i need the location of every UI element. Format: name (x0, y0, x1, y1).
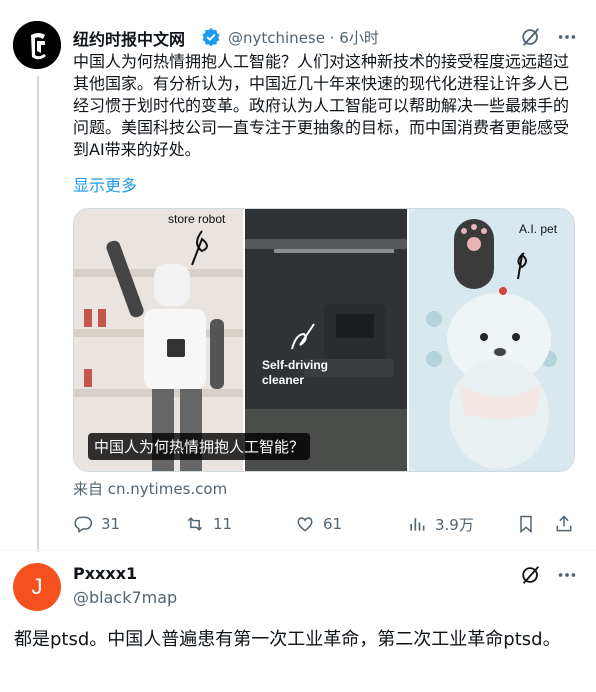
like-button[interactable]: 61 (295, 512, 342, 536)
author-handle[interactable]: @nytchinese · 6小时 (228, 27, 379, 48)
grok-icon[interactable] (520, 26, 542, 48)
author-name[interactable]: 纽约时报中文网 (73, 26, 185, 50)
verified-icon (201, 27, 221, 47)
source-link[interactable]: 来自 cn.nytimes.com (73, 478, 227, 499)
divider (0, 550, 596, 551)
more-icon[interactable] (556, 26, 578, 48)
image-caption: 中国人为何热情拥抱人工智能？ (88, 433, 311, 460)
label-store-robot: store robot (168, 212, 226, 226)
reply-icon (74, 516, 93, 533)
views-icon (410, 518, 425, 531)
views-count: 3.9万 (435, 515, 474, 534)
bookmark-button[interactable] (516, 512, 544, 536)
views-button[interactable]: 3.9万 (407, 512, 474, 536)
thread-line (37, 76, 39, 552)
bookmark-icon (520, 515, 532, 534)
like-icon (297, 517, 313, 532)
more-icon[interactable] (556, 564, 578, 586)
repost-icon (187, 517, 203, 531)
reply-avatar[interactable]: J (13, 563, 61, 611)
repost-button[interactable]: 11 (185, 512, 232, 536)
label-ai-pet: A.I. pet (519, 222, 558, 236)
share-icon (556, 515, 572, 532)
repost-count: 11 (213, 515, 233, 533)
show-more-link[interactable]: 显示更多 (73, 172, 137, 196)
avatar[interactable] (13, 21, 61, 69)
reply-count: 31 (101, 515, 121, 533)
label-cleaner-line2: cleaner (262, 373, 304, 387)
reply-text: 都是ptsd。中国人普遍患有第一次工业革命，第二次工业革命ptsd。 (14, 629, 561, 650)
tweet-text: 中国人为何热情拥抱人工智能？人们对这种新技术的接受程度远远超过其他国家。有分析认… (73, 52, 570, 159)
like-count: 61 (323, 515, 343, 533)
share-button[interactable] (554, 512, 582, 536)
reply-button[interactable]: 31 (73, 512, 120, 536)
reply-author-handle[interactable]: @black7map (73, 588, 177, 607)
grok-icon[interactable] (520, 564, 542, 586)
reply-author-name[interactable]: Pxxxx1 (73, 564, 137, 583)
label-cleaner-line1: Self-driving (262, 358, 328, 372)
